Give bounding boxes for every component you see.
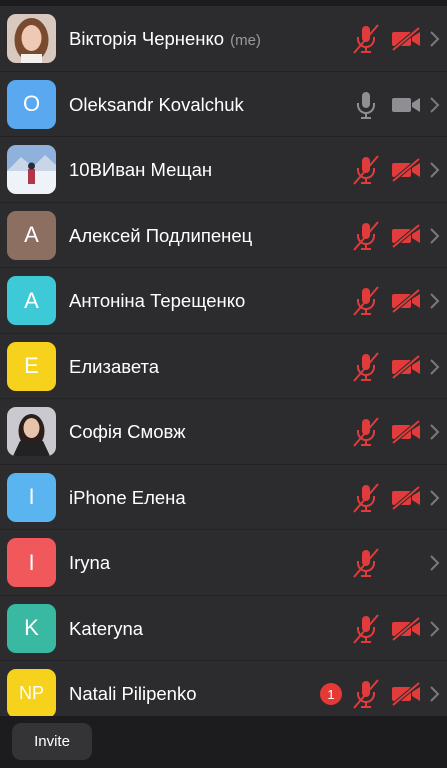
microphone-muted-icon[interactable] (352, 351, 380, 382)
avatar: I (7, 472, 56, 522)
participant-name-text: Софія Смовж (69, 421, 186, 442)
participant-name-text: iPhone Елена (69, 486, 186, 508)
participant-name-text: Oleksandr Kovalchuk (69, 93, 244, 115)
microphone-muted-icon[interactable] (352, 679, 380, 709)
video-camera-off-icon[interactable] (390, 26, 422, 52)
participant-name: 10ВИван Мещан (69, 137, 212, 202)
chevron-right-icon[interactable] (428, 357, 440, 377)
participant-row[interactable]: E Елизавета (0, 333, 447, 399)
participant-name-text: Антоніна Терещенко (69, 290, 246, 311)
avatar: A (7, 276, 56, 325)
chevron-right-icon[interactable] (428, 684, 440, 704)
participant-name-text: Вікторія Черненко (69, 28, 225, 49)
me-tag: (me) (230, 32, 261, 49)
avatar: O (7, 79, 56, 129)
participant-row[interactable]: I iPhone Елена (0, 464, 447, 530)
participant-name-text: Kateryna (69, 617, 144, 639)
participant-row[interactable]: K Kateryna (0, 595, 447, 661)
chevron-right-icon[interactable] (428, 160, 440, 180)
participant-name: Софія Смовж (69, 399, 186, 464)
participant-name-text: Iryna (69, 552, 111, 573)
microphone-icon[interactable] (352, 90, 380, 120)
participant-name: iPhone Елена (69, 465, 186, 530)
microphone-muted-icon[interactable] (352, 417, 380, 447)
video-camera-off-icon[interactable] (390, 353, 422, 380)
participant-row[interactable]: 10ВИван Мещан (0, 137, 447, 203)
avatar: K (7, 603, 56, 653)
avatar: I (7, 538, 56, 587)
participant-name: Елизавета (69, 334, 159, 399)
microphone-muted-icon[interactable] (352, 286, 380, 316)
avatar-photo (7, 145, 56, 194)
chevron-right-icon[interactable] (428, 619, 440, 639)
avatar: NP (7, 669, 56, 718)
chevron-right-icon[interactable] (428, 488, 440, 508)
participant-row[interactable]: O Oleksandr Kovalchuk (0, 71, 447, 137)
video-camera-off-icon[interactable] (390, 419, 422, 445)
avatar-photo (7, 14, 56, 63)
video-camera-off-icon[interactable] (390, 222, 422, 249)
microphone-muted-icon[interactable] (352, 155, 380, 185)
participant-row[interactable]: I Iryna (0, 530, 447, 596)
participant-name: Oleksandr Kovalchuk (69, 72, 244, 137)
avatar: E (7, 341, 56, 391)
unread-badge: 1 (320, 683, 342, 705)
participant-name-text: 10ВИван Мещан (69, 159, 213, 180)
microphone-muted-icon[interactable] (352, 613, 380, 644)
video-camera-off-icon[interactable] (390, 157, 422, 183)
participant-row[interactable]: A Алексей Подлипенец (0, 202, 447, 268)
participant-row[interactable]: A Антоніна Терещенко (0, 268, 447, 334)
video-camera-off-icon[interactable] (390, 484, 422, 511)
participant-name: Kateryna (69, 596, 143, 661)
participant-name: Iryna (69, 530, 110, 595)
chevron-right-icon[interactable] (428, 553, 440, 573)
participant-name-text: Елизавета (69, 355, 160, 377)
participant-row[interactable]: Вікторія Черненко (me) (0, 6, 447, 72)
bottom-toolbar: Invite (0, 716, 447, 768)
video-camera-off-icon[interactable] (390, 615, 422, 642)
microphone-muted-icon[interactable] (352, 482, 380, 513)
chevron-right-icon[interactable] (428, 291, 440, 311)
participant-list: Вікторія Черненко (me) O Oleksandr Kovalc… (0, 6, 447, 727)
microphone-muted-icon[interactable] (352, 548, 380, 578)
participant-row[interactable]: Софія Смовж (0, 399, 447, 465)
video-camera-off-icon[interactable] (390, 681, 422, 707)
video-camera-icon[interactable] (390, 93, 422, 117)
avatar-photo (7, 407, 56, 456)
microphone-muted-icon[interactable] (352, 220, 380, 251)
chevron-right-icon[interactable] (428, 422, 440, 442)
participant-name: Антоніна Терещенко (69, 268, 245, 333)
participant-name-text: Natali Pilipenko (69, 683, 197, 704)
chevron-right-icon[interactable] (428, 226, 440, 246)
participant-name: Алексей Подлипенец (69, 203, 252, 268)
microphone-muted-icon[interactable] (352, 24, 380, 54)
participant-name: Вікторія Черненко (me) (69, 6, 261, 71)
chevron-right-icon[interactable] (428, 29, 440, 49)
video-camera-off-icon[interactable] (390, 288, 422, 314)
invite-button[interactable]: Invite (12, 723, 92, 760)
chevron-right-icon[interactable] (428, 95, 440, 115)
avatar: A (7, 210, 56, 260)
participant-name-text: Алексей Подлипенец (69, 224, 253, 246)
